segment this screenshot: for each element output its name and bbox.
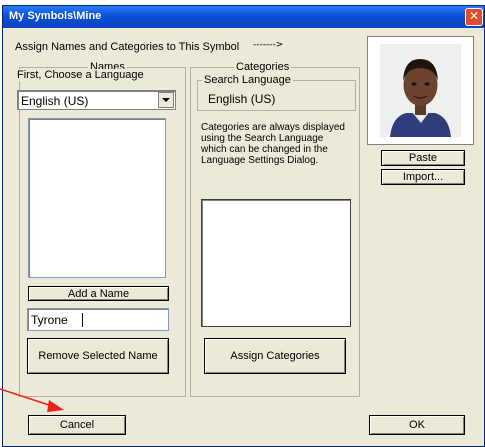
annotation-arrow-icon [0,388,64,412]
